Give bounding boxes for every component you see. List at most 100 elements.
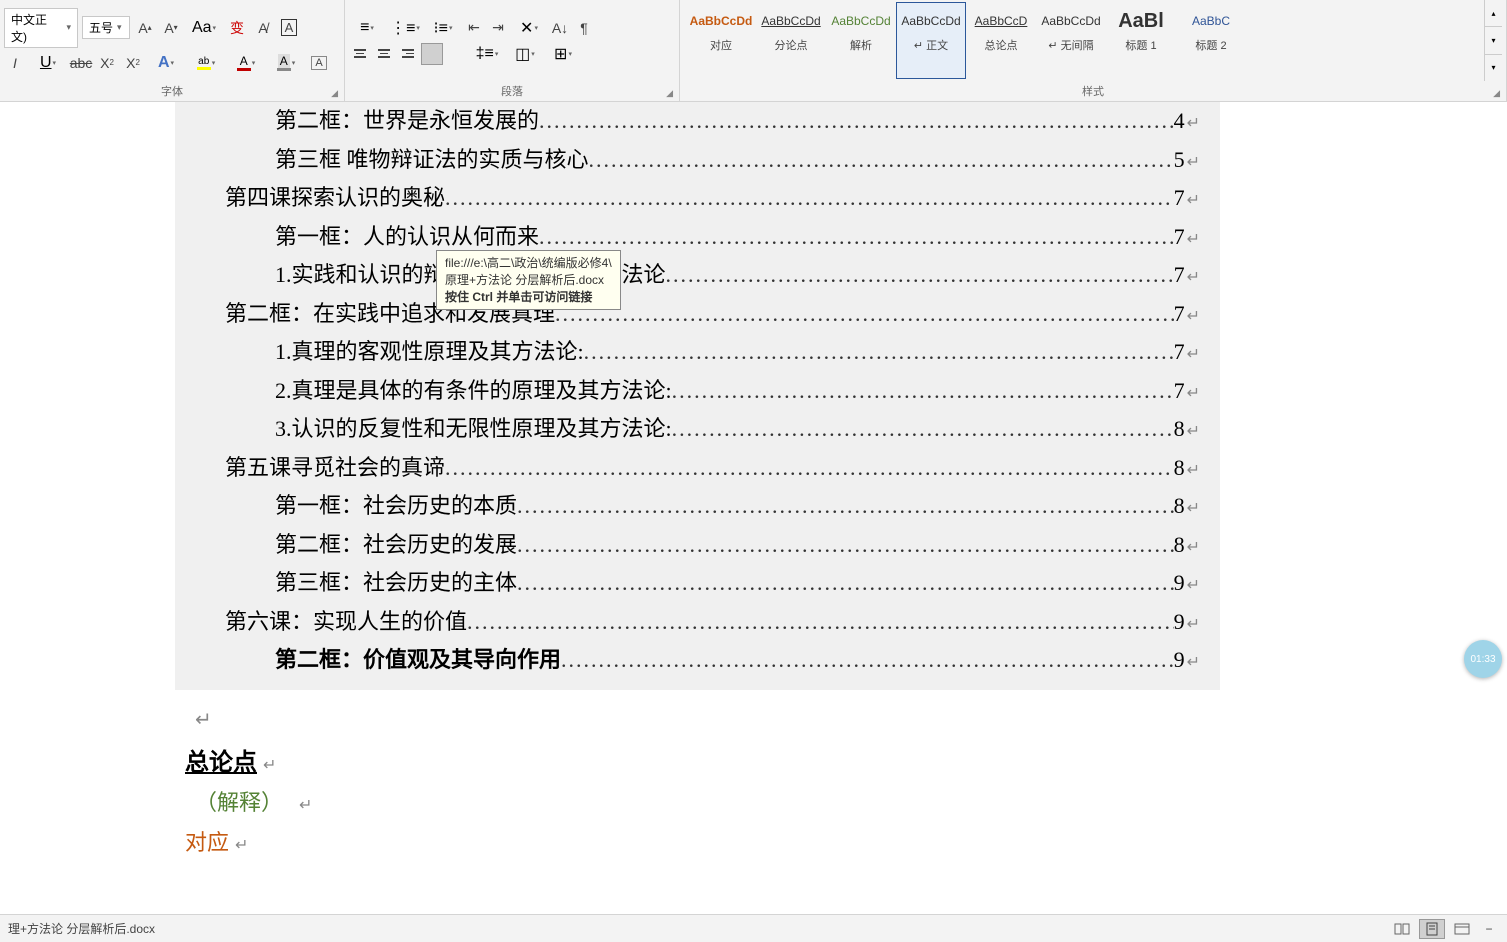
character-border-button[interactable]: A (308, 52, 330, 74)
font-color-button[interactable]: A ▾ (228, 54, 264, 71)
toc-line[interactable]: 第二框：价值观及其导向作用...........................… (175, 641, 1220, 680)
shading-button[interactable]: ◫▾ (507, 44, 543, 64)
toc-line[interactable]: 第四课探索认识的奥秘..............................… (175, 179, 1220, 218)
align-distributed-button[interactable] (445, 43, 467, 65)
style-item-3[interactable]: AaBbCcDd↵ 正文 (896, 2, 966, 79)
numbering-button[interactable]: ⋮≡▾ (387, 18, 423, 38)
asian-layout-button[interactable]: ✕▾ (511, 18, 547, 38)
sort-button[interactable]: A↓ (549, 17, 571, 39)
toc-line[interactable]: 第二框：世界是永恒发展的............................… (175, 102, 1220, 141)
character-shading-button[interactable]: A ▾ (268, 54, 304, 71)
toc-line[interactable]: 1.真理的客观性原理及其方法论:........................… (175, 333, 1220, 372)
align-left-button[interactable] (349, 43, 371, 65)
tooltip-instruction: 按住 Ctrl 并单击可访问链接 (445, 289, 612, 306)
shrink-font-button[interactable]: A▾ (160, 17, 182, 39)
strikethrough-button[interactable]: abc (70, 52, 92, 74)
print-layout-button[interactable] (1419, 919, 1445, 939)
expand-styles-dialog-icon[interactable]: ◢ (1493, 88, 1500, 99)
style-item-6[interactable]: AaBl标题 1 (1106, 2, 1176, 79)
document-body[interactable]: ↵ 总论点 ↵ （解释） ↵ 对应 ↵ (175, 692, 1220, 857)
style-label: 对应 (689, 37, 753, 53)
increase-indent-button[interactable]: ⇥ (487, 17, 509, 39)
borders-button[interactable]: ⊞▾ (545, 44, 581, 64)
align-justify-button[interactable] (421, 43, 443, 65)
decrease-indent-button[interactable]: ⇤ (463, 17, 485, 39)
paragraph-mark-icon: ↵ (1187, 187, 1200, 215)
text-duiying: 对应 (185, 830, 229, 855)
paragraph-mark-icon: ↵ (1187, 457, 1200, 485)
toc-line[interactable]: 第六课：实现人生的价值.............................… (175, 603, 1220, 642)
toc-text: 2.真理是具体的有条件的原理及其方法论: (275, 372, 672, 411)
toc-line[interactable]: 2.真理是具体的有条件的原理及其方法论:....................… (175, 372, 1220, 411)
phonetic-guide-button[interactable]: 变 (226, 17, 248, 39)
grow-font-button[interactable]: A▴ (134, 17, 156, 39)
toc-line[interactable]: 第二框：在实践中追求和发展真理.........................… (175, 295, 1220, 334)
style-label: 总论点 (969, 37, 1033, 53)
style-preview: AaBbCcDd (1039, 7, 1103, 35)
line-spacing-button[interactable]: ‡≡▾ (469, 45, 505, 63)
toc-line[interactable]: 第二框：社会历史的发展.............................… (175, 526, 1220, 565)
style-item-0[interactable]: AaBbCcDd对应 (686, 2, 756, 79)
toc-leader-dots: ........................................… (445, 449, 1174, 488)
multilevel-list-button[interactable]: ⁝≡▾ (425, 18, 461, 38)
italic-button[interactable]: I (4, 52, 26, 74)
zoom-out-button[interactable]: − (1479, 919, 1499, 939)
toc-page-number: 9 (1174, 564, 1185, 603)
toc-line[interactable]: 3.认识的反复性和无限性原理及其方法论:....................… (175, 410, 1220, 449)
toc-page-number: 8 (1174, 526, 1185, 565)
paragraph-mark-icon: ↵ (263, 757, 276, 774)
styles-scroll-down-button[interactable]: ▾ (1485, 27, 1502, 54)
toc-leader-dots: ........................................… (584, 333, 1174, 372)
font-size-value: 五号 (89, 19, 113, 36)
subscript-button[interactable]: X2 (96, 52, 118, 74)
toc-line[interactable]: 第五课寻觅社会的真谛..............................… (175, 449, 1220, 488)
align-center-button[interactable] (373, 43, 395, 65)
expand-paragraph-dialog-icon[interactable]: ◢ (666, 88, 673, 99)
underline-button[interactable]: U▾ (30, 54, 66, 72)
text-effects-button[interactable]: A▾ (148, 54, 184, 72)
toc-text: 3.认识的反复性和无限性原理及其方法论: (275, 410, 672, 449)
toc-leader-dots: ........................................… (589, 141, 1174, 180)
bullets-button[interactable]: ≡▾ (349, 19, 385, 37)
show-marks-button[interactable]: ¶ (573, 17, 595, 39)
toc-line[interactable]: 1.实践和认识的辩证关系原理及其方法论.....................… (175, 256, 1220, 295)
font-size-select[interactable]: 五号 ▾ (82, 16, 130, 39)
toc-page-number: 7 (1174, 256, 1185, 295)
paragraph-mark-icon: ↵ (299, 797, 312, 814)
toc-line[interactable]: 第一框：人的认识从何而来............................… (175, 218, 1220, 257)
style-item-4[interactable]: AaBbCcD总论点 (966, 2, 1036, 79)
toc-line[interactable]: 第三框：社会历史的主体.............................… (175, 564, 1220, 603)
style-item-7[interactable]: AaBbC标题 2 (1176, 2, 1246, 79)
toc-text: 第四课探索认识的奥秘 (225, 179, 445, 218)
document-page[interactable]: 第二框：世界是永恒发展的............................… (175, 102, 1220, 690)
expand-font-dialog-icon[interactable]: ◢ (331, 88, 338, 99)
toc-page-number: 7 (1174, 179, 1185, 218)
font-family-select[interactable]: 中文正文) ▾ (4, 8, 78, 48)
style-item-1[interactable]: AaBbCcDd分论点 (756, 2, 826, 79)
toc-text: 第六课：实现人生的价值 (225, 603, 467, 642)
timestamp-badge[interactable]: 01:33 (1464, 640, 1502, 678)
align-right-button[interactable] (397, 43, 419, 65)
toc-leader-dots: ........................................… (672, 372, 1174, 411)
toc-line[interactable]: 第一框：社会历史的本质.............................… (175, 487, 1220, 526)
styles-scroll-up-button[interactable]: ▴ (1485, 0, 1502, 27)
enclose-characters-button[interactable]: A (278, 17, 300, 39)
page-icon (1425, 922, 1439, 936)
highlight-button[interactable]: ab ▾ (188, 56, 224, 70)
ribbon: 中文正文) ▾ 五号 ▾ A▴ A▾ Aa▾ 变 A̸ A I U▾ abc X… (0, 0, 1507, 102)
style-item-5[interactable]: AaBbCcDd↵ 无间隔 (1036, 2, 1106, 79)
read-mode-button[interactable] (1389, 919, 1415, 939)
paragraph-mark-icon: ↵ (235, 837, 248, 854)
paragraph-mark-icon: ↵ (1187, 534, 1200, 562)
style-item-2[interactable]: AaBbCcDd解析 (826, 2, 896, 79)
superscript-button[interactable]: X2 (122, 52, 144, 74)
web-layout-button[interactable] (1449, 919, 1475, 939)
change-case-button[interactable]: Aa▾ (186, 19, 222, 37)
toc-line[interactable]: 第三框 唯物辩证法的实质与核心.........................… (175, 141, 1220, 180)
style-preview: AaBbCcDd (829, 7, 893, 35)
styles-expand-button[interactable]: ▾ (1485, 55, 1502, 81)
clear-formatting-button[interactable]: A̸ (252, 17, 274, 39)
paragraph-mark-icon: ↵ (1187, 303, 1200, 331)
paragraph-mark-icon: ↵ (1187, 572, 1200, 600)
paragraph-mark-icon: ↵ (1187, 495, 1200, 523)
